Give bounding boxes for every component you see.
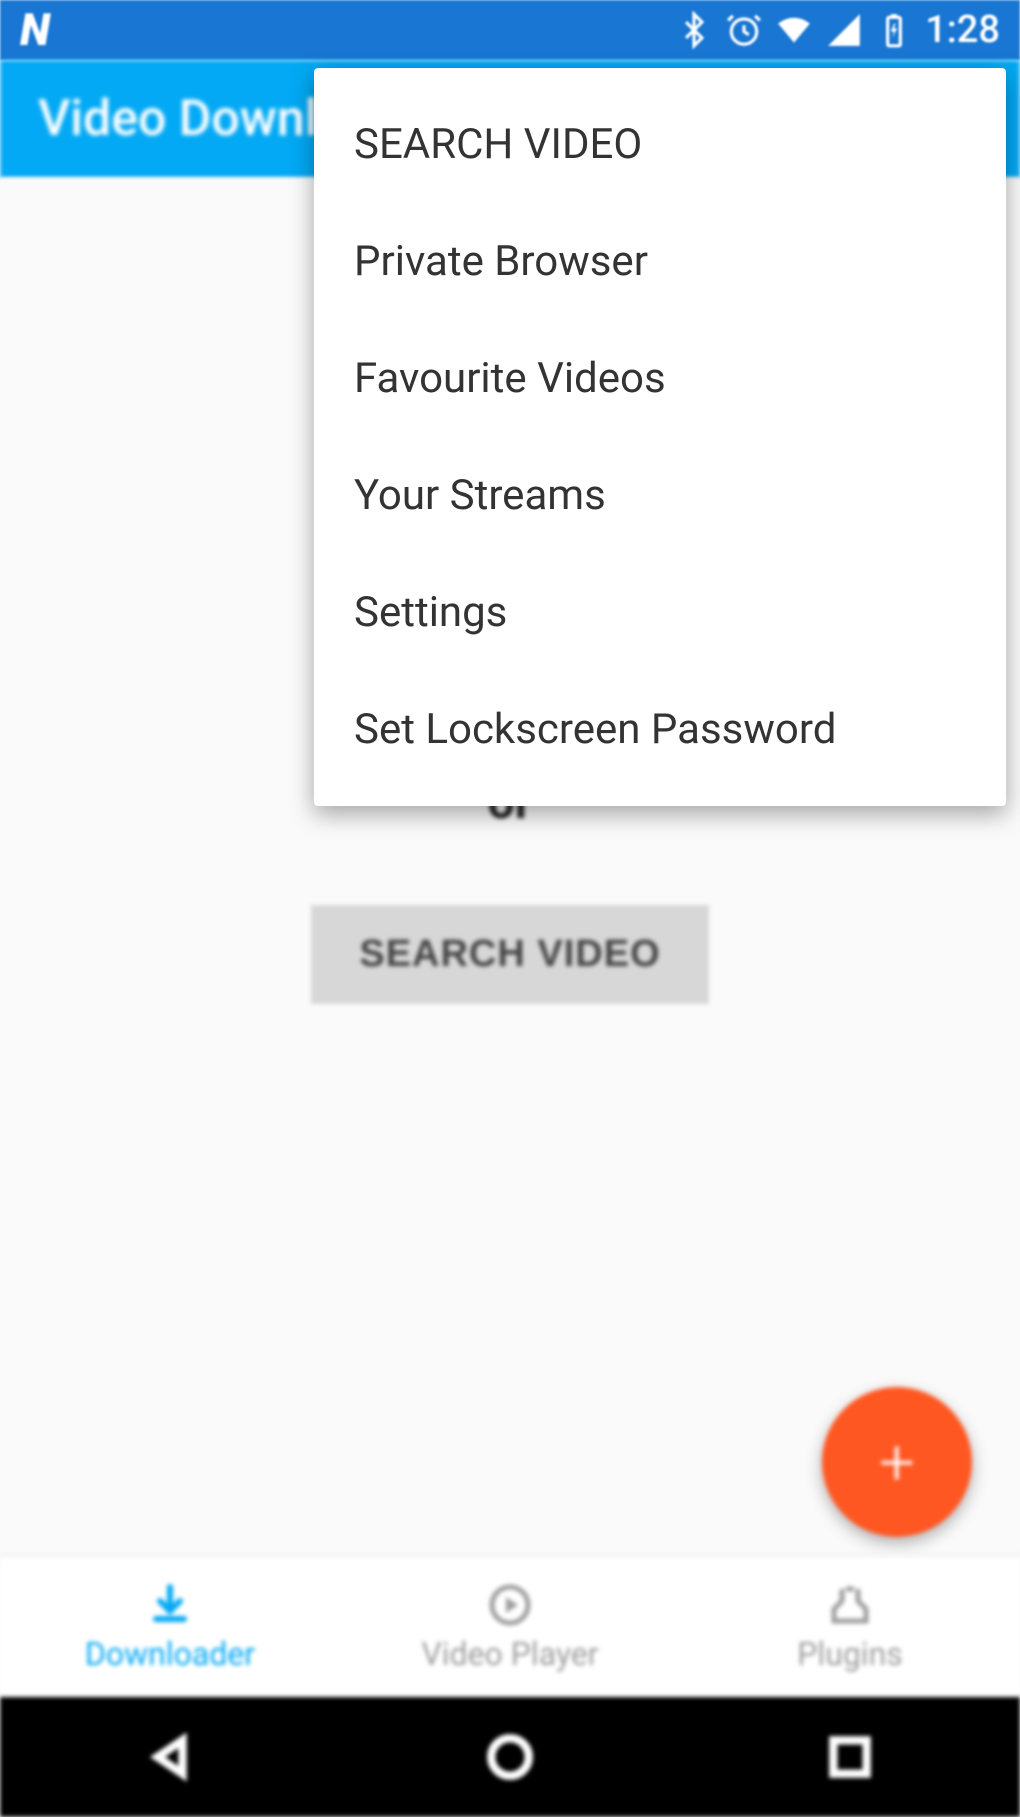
- status-bar: N 1:28: [0, 0, 1020, 60]
- nav-downloader[interactable]: Downloader: [0, 1556, 340, 1697]
- plugin-icon: [826, 1581, 874, 1629]
- nav-label: Downloader: [85, 1635, 255, 1673]
- plus-icon: +: [879, 1425, 915, 1500]
- nav-video-player[interactable]: Video Player: [340, 1556, 680, 1697]
- nav-label: Video Player: [421, 1635, 598, 1673]
- menu-private-browser[interactable]: Private Browser: [314, 203, 1006, 320]
- nav-plugins[interactable]: Plugins: [680, 1556, 1020, 1697]
- wifi-icon: [775, 11, 813, 49]
- play-icon: [486, 1581, 534, 1629]
- notification-icon: N: [20, 4, 50, 56]
- app-title: Video Downlo: [38, 90, 346, 148]
- bluetooth-icon: [675, 11, 713, 49]
- overflow-menu: SEARCH VIDEO Private Browser Favourite V…: [314, 68, 1006, 806]
- battery-icon: [875, 11, 913, 49]
- home-icon[interactable]: [485, 1732, 535, 1782]
- menu-settings[interactable]: Settings: [314, 554, 1006, 671]
- download-icon: [146, 1581, 194, 1629]
- clock-text: 1:28: [925, 8, 1000, 52]
- alarm-icon: [725, 11, 763, 49]
- status-right: 1:28: [675, 8, 1000, 52]
- bottom-nav: Downloader Video Player Plugins: [0, 1555, 1020, 1697]
- fab-add-button[interactable]: +: [822, 1387, 972, 1537]
- menu-search-video[interactable]: SEARCH VIDEO: [314, 86, 1006, 203]
- search-video-button[interactable]: SEARCH VIDEO: [311, 905, 708, 1004]
- signal-icon: [825, 11, 863, 49]
- menu-your-streams[interactable]: Your Streams: [314, 437, 1006, 554]
- menu-favourite-videos[interactable]: Favourite Videos: [314, 320, 1006, 437]
- back-icon[interactable]: [145, 1732, 195, 1782]
- android-nav-bar: [0, 1697, 1020, 1817]
- status-left: N: [20, 4, 50, 56]
- menu-set-lockscreen-password[interactable]: Set Lockscreen Password: [314, 671, 1006, 788]
- recents-icon[interactable]: [825, 1732, 875, 1782]
- nav-label: Plugins: [797, 1635, 903, 1673]
